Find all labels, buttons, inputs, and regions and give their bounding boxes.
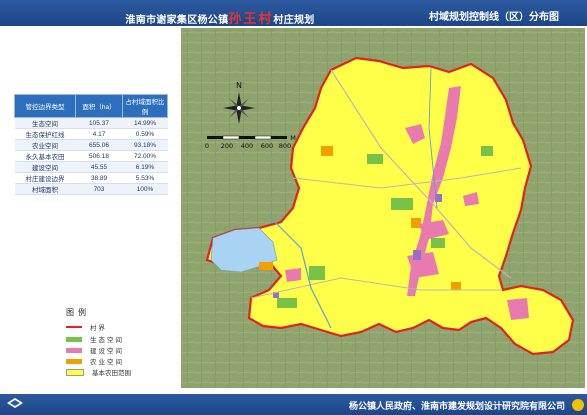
row-ratio: 93.18% (122, 139, 168, 151)
legend-label: 生态空间 (90, 336, 124, 344)
scale-tick: 400 (241, 142, 253, 150)
green-block (481, 146, 493, 156)
row-ratio: 5.53% (122, 172, 168, 184)
row-area: 45.55 (75, 161, 123, 173)
facility-block (413, 250, 421, 260)
footer-bar: 杨公镇人民政府、淮南市建发规划设计研究院有限公司 (0, 394, 587, 415)
table-header-type: 管控边界类型 (14, 94, 76, 118)
row-type: 村域面积 (14, 183, 76, 195)
scale-tick: 800 (279, 142, 291, 150)
agricultural-swatch (66, 358, 82, 364)
agri-block (411, 218, 421, 228)
legend-label: 基本农田范围 (92, 369, 131, 377)
row-area: 38.89 (75, 172, 123, 184)
legend-label: 建设空间 (90, 347, 124, 355)
row-area: 506.18 (75, 150, 123, 162)
row-type: 建设空间 (14, 161, 76, 173)
ecological-swatch (66, 336, 82, 342)
row-area: 655.06 (75, 139, 123, 151)
green-block (431, 238, 445, 248)
planning-map: N 0 200 400 600 800 M (181, 28, 585, 388)
table-header-area: 面积（ha） (75, 94, 123, 118)
header-bar: 淮南市谢家集区杨公镇孙王村村庄规划 村域规划控制线（区）分布图 (0, 0, 587, 27)
table-header-row: 管控边界类型 面积（ha） 占村域面积比例 (14, 94, 168, 118)
row-type: 生态保护红线 (14, 128, 76, 140)
legend-label: 农业空间 (90, 358, 124, 366)
farmland-swatch (66, 368, 84, 376)
legend-item-construction: 建设空间 (66, 346, 124, 355)
table-row: 永久基本农田 506.18 72.00% (14, 150, 168, 162)
map-panel[interactable]: N 0 200 400 600 800 M (181, 28, 585, 388)
legend-item-agricultural: 农业空间 (66, 357, 124, 366)
row-type: 村庄建设边界 (14, 172, 76, 184)
page-title: 淮南市谢家集区杨公镇孙王村村庄规划 (0, 8, 440, 27)
green-block (367, 154, 383, 164)
green-block (391, 198, 413, 210)
green-block (309, 266, 325, 280)
agri-block (451, 282, 461, 290)
agri-block (321, 146, 333, 156)
title-prefix: 淮南市谢家集区杨公镇 (125, 15, 229, 26)
row-type: 农业空间 (14, 139, 76, 151)
north-label: N (236, 81, 242, 90)
control-area-table: 管控边界类型 面积（ha） 占村域面积比例 生态空间 105.37 14.99% 生… (14, 94, 168, 195)
table-row: 村庄建设边界 38.89 5.53% (14, 172, 168, 184)
table-row: 农业空间 655.06 93.18% (14, 139, 168, 151)
footer-credits: 杨公镇人民政府、淮南市建发规划设计研究院有限公司 (348, 402, 565, 412)
construction-area (285, 268, 301, 282)
page-subtitle: 村域规划控制线（区）分布图 (429, 12, 559, 23)
row-ratio: 72.00% (122, 150, 168, 162)
company-logo (7, 398, 23, 408)
scale-tick: 0 (205, 142, 209, 150)
row-area: 105.37 (75, 117, 123, 129)
table-row: 建设空间 45.55 6.19% (14, 161, 168, 173)
table-header-ratio: 占村域面积比例 (122, 94, 168, 118)
legend-label: 村界 (90, 324, 107, 332)
scale-tick: 200 (221, 142, 233, 150)
village-name: 孙王村 (228, 12, 274, 27)
green-block (277, 298, 297, 308)
legend-item-farmland: 基本农田范围 (66, 368, 131, 377)
scale-unit: M (290, 134, 296, 142)
scale-tick: 600 (261, 142, 273, 150)
table-row: 生态保护红线 4.17 0.59% (14, 128, 168, 140)
table-row: 村域面积 703 100% (14, 183, 168, 195)
boundary-line-swatch (66, 326, 82, 328)
scale-bar (207, 135, 287, 140)
legend-title: 图例 (66, 308, 90, 317)
construction-swatch (66, 347, 82, 353)
row-ratio: 0.59% (122, 128, 168, 140)
row-type: 生态空间 (14, 117, 76, 129)
agri-block (259, 262, 273, 270)
legend-item-village-boundary: 村界 (66, 323, 107, 332)
table-row: 生态空间 105.37 14.99% (14, 117, 168, 129)
legend-item-ecological: 生态空间 (66, 335, 124, 344)
title-suffix: 村庄规划 (273, 15, 315, 26)
row-ratio: 14.99% (122, 117, 168, 129)
row-type: 永久基本农田 (14, 150, 76, 162)
row-area: 4.17 (75, 128, 123, 140)
page-badge (572, 399, 584, 411)
row-ratio: 100% (122, 183, 168, 195)
row-ratio: 6.19% (122, 161, 168, 173)
row-area: 703 (75, 183, 123, 195)
